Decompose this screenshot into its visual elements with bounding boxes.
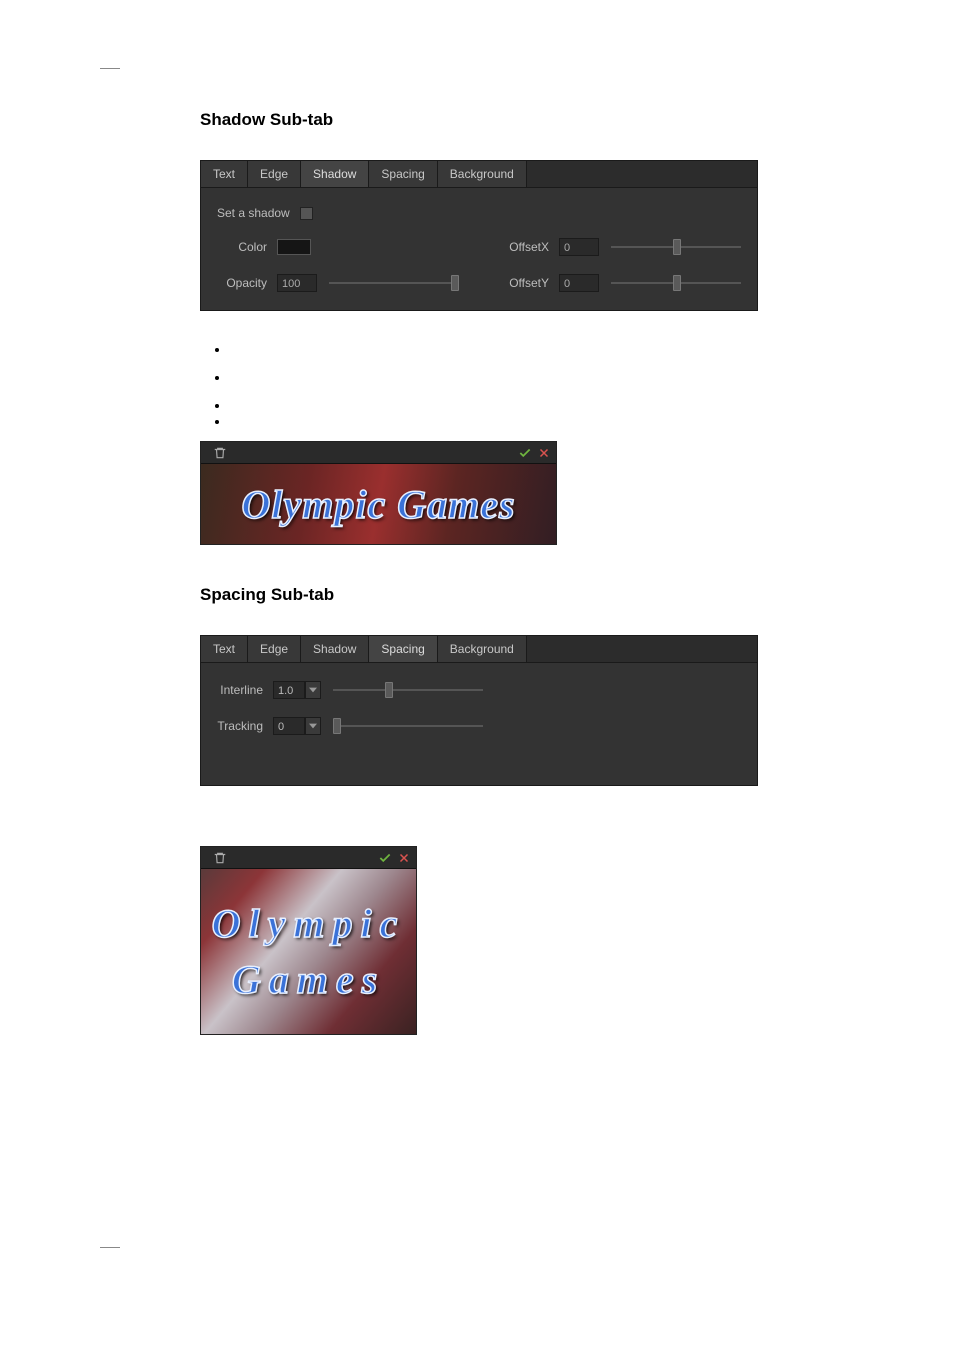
- preview-line1: Olympic: [212, 901, 406, 946]
- trash-icon[interactable]: [213, 446, 227, 460]
- slider-thumb[interactable]: [385, 682, 393, 698]
- slider-track: [333, 689, 483, 691]
- tracking-slider[interactable]: [333, 718, 483, 734]
- shadow-panel: Text Edge Shadow Spacing Background Set …: [200, 160, 758, 311]
- tab-background[interactable]: Background: [438, 636, 527, 662]
- list-item: [230, 341, 854, 347]
- header-rule: [100, 68, 120, 69]
- slider-track: [329, 282, 459, 284]
- preview-line2: Games: [232, 957, 385, 1002]
- slider-thumb[interactable]: [333, 718, 341, 734]
- preview-text-stack: Olympic Games: [212, 896, 406, 1008]
- heading-spacing: Spacing Sub-tab: [200, 585, 854, 605]
- opacity-slider[interactable]: [329, 275, 459, 291]
- preview-tall: Olympic Games: [200, 846, 417, 1035]
- tracking-dropdown[interactable]: 0: [273, 717, 321, 735]
- slider-thumb[interactable]: [673, 275, 681, 291]
- heading-shadow: Shadow Sub-tab: [200, 110, 854, 130]
- tab-spacing[interactable]: Spacing: [369, 636, 437, 662]
- tab-edge[interactable]: Edge: [248, 636, 301, 662]
- spacing-panel: Text Edge Shadow Spacing Background Inte…: [200, 635, 758, 786]
- tab-edge[interactable]: Edge: [248, 161, 301, 187]
- close-icon[interactable]: [538, 447, 550, 459]
- preview-toolbar: [201, 847, 416, 869]
- tracking-value[interactable]: 0: [273, 717, 305, 735]
- label-set-shadow: Set a shadow: [217, 206, 300, 220]
- tab-bar-spacing: Text Edge Shadow Spacing Background: [201, 636, 757, 663]
- set-shadow-checkbox[interactable]: [300, 207, 313, 220]
- label-opacity: Opacity: [217, 276, 277, 290]
- page-content: Shadow Sub-tab Text Edge Shadow Spacing …: [0, 0, 954, 1075]
- preview-text: Olympic Games: [241, 481, 515, 528]
- chevron-down-icon[interactable]: [305, 681, 321, 699]
- slider-thumb[interactable]: [673, 239, 681, 255]
- tab-shadow[interactable]: Shadow: [301, 636, 369, 662]
- check-icon[interactable]: [378, 851, 392, 865]
- trash-icon[interactable]: [213, 851, 227, 865]
- bullet-list-shadow: [230, 341, 854, 419]
- preview-wide: Olympic Games: [200, 441, 557, 545]
- opacity-input[interactable]: 100: [277, 274, 317, 292]
- tab-text[interactable]: Text: [201, 161, 248, 187]
- slider-track: [333, 725, 483, 727]
- label-tracking: Tracking: [217, 719, 273, 733]
- offsetx-input[interactable]: 0: [559, 238, 599, 256]
- tab-spacing[interactable]: Spacing: [369, 161, 437, 187]
- offsety-slider[interactable]: [611, 275, 741, 291]
- chevron-down-icon[interactable]: [305, 717, 321, 735]
- spacing-panel-body: Interline 1.0 Tracking 0: [201, 663, 757, 785]
- check-icon[interactable]: [518, 446, 532, 460]
- preview-image: Olympic Games: [201, 464, 556, 544]
- list-item: [230, 397, 854, 403]
- tab-background[interactable]: Background: [438, 161, 527, 187]
- shadow-panel-body: Set a shadow Color OffsetX 0 Opacity 100: [201, 188, 757, 310]
- interline-slider[interactable]: [333, 682, 483, 698]
- label-color: Color: [217, 240, 277, 254]
- label-interline: Interline: [217, 683, 273, 697]
- slider-thumb[interactable]: [451, 275, 459, 291]
- label-offsety: OffsetY: [509, 276, 559, 290]
- tab-shadow[interactable]: Shadow: [301, 161, 369, 187]
- offsetx-slider[interactable]: [611, 239, 741, 255]
- preview-toolbar: [201, 442, 556, 464]
- label-offsetx: OffsetX: [509, 240, 559, 254]
- offsety-input[interactable]: 0: [559, 274, 599, 292]
- footer-rule: [100, 1247, 120, 1248]
- interline-value[interactable]: 1.0: [273, 681, 305, 699]
- list-item: [230, 413, 854, 419]
- preview-image: Olympic Games: [201, 869, 416, 1034]
- tab-text[interactable]: Text: [201, 636, 248, 662]
- shadow-color-swatch[interactable]: [277, 239, 311, 255]
- tab-bar-shadow: Text Edge Shadow Spacing Background: [201, 161, 757, 188]
- close-icon[interactable]: [398, 852, 410, 864]
- interline-dropdown[interactable]: 1.0: [273, 681, 321, 699]
- list-item: [230, 369, 854, 375]
